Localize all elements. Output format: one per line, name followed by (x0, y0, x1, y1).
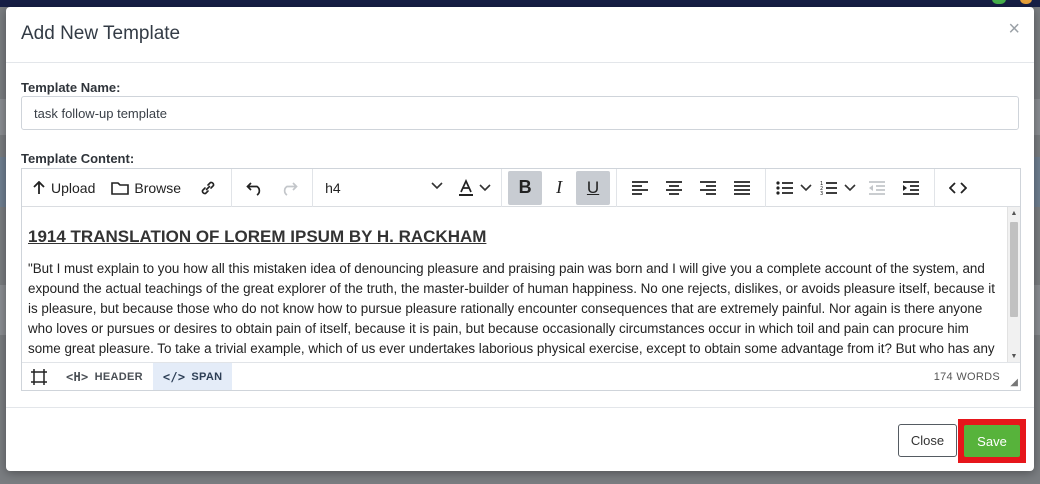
chevron-down-icon (800, 183, 812, 191)
folder-icon (111, 181, 130, 195)
indent-icon (903, 180, 920, 195)
numbered-list-button[interactable]: 123 (816, 171, 860, 205)
toolbar-group-history (232, 168, 314, 207)
app-topbar-backdrop (0, 0, 1040, 7)
toolbar-group-align (617, 168, 767, 207)
add-template-modal: Add New Template × Template Name: Templa… (6, 7, 1034, 471)
content-heading: 1914 TRANSLATION OF LOREM IPSUM BY H. RA… (28, 227, 487, 246)
numbered-list-icon: 123 (820, 181, 838, 196)
code-icon (949, 181, 968, 194)
redo-icon (283, 181, 298, 196)
editor-statusbar: <H> HEADER </> SPAN 174 WORDS ◢ (22, 362, 1020, 390)
modal-title: Add New Template (21, 23, 181, 44)
save-button[interactable]: Save (964, 425, 1020, 457)
path-span-button[interactable]: </> SPAN (152, 363, 233, 390)
resize-handle-icon[interactable]: ◢ (1010, 378, 1018, 388)
italic-icon: I (556, 177, 563, 197)
template-name-label: Template Name: (21, 80, 121, 95)
rich-text-editor: Upload Browse h4 B I U 1 2 3 1914 TRANSL… (21, 168, 1021, 391)
toolbar-group-source (935, 169, 981, 207)
bullet-list-icon (776, 180, 794, 195)
upload-label: Upload (51, 179, 96, 196)
browse-label: Browse (134, 179, 182, 196)
indent-button[interactable] (894, 171, 928, 205)
chevron-down-icon (844, 183, 856, 191)
arrow-up-icon (33, 180, 45, 194)
toolbar-group-lists: 123 (766, 168, 936, 207)
chevron-down-icon (479, 183, 491, 191)
undo-button[interactable] (238, 171, 272, 205)
chevron-down-icon (431, 182, 443, 193)
modal-footer: Close Save (6, 407, 1034, 471)
align-justify-button[interactable] (725, 171, 759, 205)
template-name-input[interactable] (21, 96, 1019, 130)
editor-content-area[interactable]: 1914 TRANSLATION OF LOREM IPSUM BY H. RA… (22, 207, 1008, 363)
underline-icon: U (586, 177, 600, 197)
scroll-up-arrow-icon[interactable]: ▲ (1008, 207, 1020, 220)
content-paragraph: "But I must explain to you how all this … (28, 261, 995, 363)
editor-scrollbar[interactable]: ▲ ▼ (1007, 207, 1020, 363)
link-button[interactable] (191, 171, 225, 205)
align-right-button[interactable] (691, 171, 725, 205)
font-color-icon (459, 178, 474, 196)
close-icon[interactable]: × (1008, 19, 1020, 39)
scroll-thumb[interactable] (1010, 222, 1018, 317)
path-header-button[interactable]: <H> HEADER (56, 363, 153, 390)
path-header-label: HEADER (94, 370, 143, 383)
italic-button[interactable]: I (542, 171, 576, 205)
block-format-value: h4 (325, 179, 341, 196)
outdent-icon (869, 180, 886, 195)
bold-icon: B (518, 177, 532, 197)
notification-badge (1020, 0, 1032, 4)
align-right-icon (700, 180, 717, 195)
code-tag-icon: </> (162, 369, 186, 384)
underline-button[interactable]: U (576, 170, 611, 205)
link-icon (201, 181, 215, 194)
header-tag-icon: <H> (66, 369, 89, 384)
source-code-button[interactable] (941, 171, 975, 205)
toolbar-group-style: B I U (502, 168, 618, 207)
align-left-button[interactable] (623, 171, 657, 205)
select-element-button[interactable] (22, 363, 56, 390)
close-button[interactable]: Close (898, 424, 957, 457)
whatsapp-icon (992, 0, 1006, 4)
editor-toolbar: Upload Browse h4 B I U 1 2 3 (22, 168, 1020, 207)
toolbar-group-format: h4 (313, 168, 503, 207)
align-justify-icon (734, 180, 751, 195)
toolbar-group-media: Upload Browse (22, 168, 233, 207)
align-left-icon (632, 180, 649, 195)
bullet-list-button[interactable] (772, 171, 816, 205)
undo-icon (246, 181, 261, 196)
redo-button[interactable] (272, 171, 306, 205)
align-center-button[interactable] (657, 171, 691, 205)
save-button-highlight: Save (958, 419, 1026, 463)
svg-text:3: 3 (820, 191, 823, 196)
block-format-select[interactable]: h4 (319, 171, 449, 205)
word-count: 174 WORDS (933, 370, 1000, 383)
browse-button[interactable]: Browse (107, 171, 185, 205)
bold-button[interactable]: B (508, 170, 543, 205)
text-color-button[interactable] (453, 171, 495, 205)
modal-header: Add New Template × (6, 7, 1034, 63)
outdent-button[interactable] (860, 171, 894, 205)
template-content-label: Template Content: (21, 151, 135, 166)
path-span-label: SPAN (191, 370, 223, 383)
select-frame-icon (31, 368, 47, 385)
upload-button[interactable]: Upload (28, 171, 99, 205)
align-center-icon (666, 180, 683, 195)
